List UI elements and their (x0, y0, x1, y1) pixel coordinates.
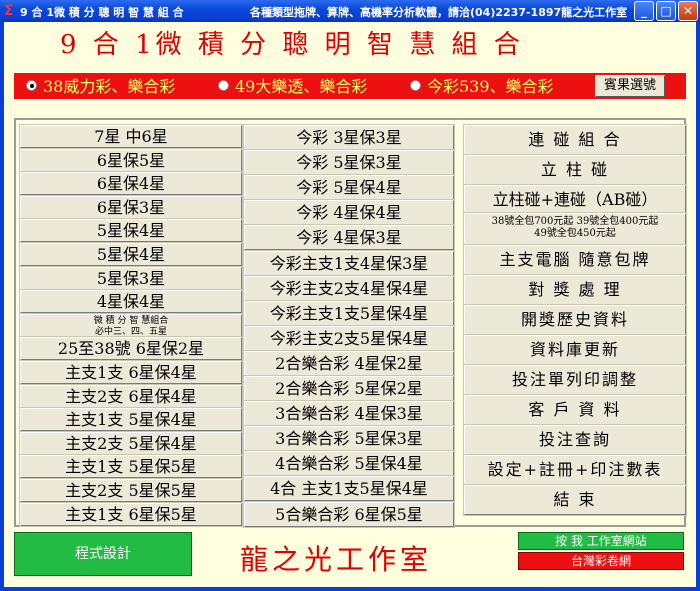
center-option-button-8[interactable]: 今彩主支1支5星保4星 (243, 300, 455, 327)
left-option-button-15[interactable]: 主支1支 5星保5星 (19, 454, 243, 479)
left-option-button-17[interactable]: 主支1支 6星保5星 (19, 502, 243, 527)
center-option-button-2[interactable]: 今彩 5星保3星 (243, 149, 455, 176)
function-button-8[interactable]: 資料庫更新 (463, 334, 687, 366)
center-option-button-15[interactable]: 4合 主支1支5星保4星 (243, 475, 455, 502)
function-button-6[interactable]: 對 獎 處 理 (463, 274, 687, 306)
lottery-type-bar: 38威力彩、樂合彩 49大樂透、樂合彩 今彩539、樂合彩 (14, 73, 686, 99)
left-option-button-14[interactable]: 主支2支 5星保4星 (19, 431, 243, 456)
function-button-10[interactable]: 客 戶 資 料 (463, 394, 687, 426)
radio-dot-icon (410, 80, 421, 91)
left-option-button-7[interactable]: 5星保3星 (19, 266, 243, 291)
function-button-7[interactable]: 開獎歷史資料 (463, 304, 687, 336)
left-option-button-4[interactable]: 6星保3星 (19, 195, 243, 220)
left-option-button-11[interactable]: 主支1支 6星保4星 (19, 360, 243, 385)
center-option-button-16[interactable]: 5合樂合彩 6星保5星 (243, 501, 455, 528)
title-bar[interactable]: Σ 9 合 1微 積 分 聰 明 智 慧 組 合 各種類型拖牌、算牌、高機率分析… (0, 0, 700, 22)
studio-website-button[interactable]: 按 我 工作室網站 (518, 532, 684, 550)
left-option-button-12[interactable]: 主支2支 6星保4星 (19, 384, 243, 409)
left-option-button-10[interactable]: 25至38號 6星保2星 (19, 336, 243, 361)
radio-38-power[interactable]: 38威力彩、樂合彩 (26, 78, 175, 96)
center-option-button-10[interactable]: 2合樂合彩 4星保2星 (243, 350, 455, 377)
left-option-button-16[interactable]: 主支2支 5星保5星 (19, 478, 243, 503)
taiwan-lottery-site-button[interactable]: 台灣彩卷網 (518, 552, 684, 570)
center-option-button-9[interactable]: 今彩主支2支5星保4星 (243, 325, 455, 352)
app-icon: Σ (4, 3, 14, 19)
left-option-button-13[interactable]: 主支1支 5星保4星 (19, 407, 243, 432)
center-option-button-14[interactable]: 4合樂合彩 5星保4星 (243, 450, 455, 477)
radio-49-lotto[interactable]: 49大樂透、樂合彩 (218, 78, 367, 96)
center-option-button-11[interactable]: 2合樂合彩 5星保2星 (243, 375, 455, 402)
radio-label: 38威力彩、樂合彩 (43, 77, 176, 96)
function-button-1[interactable]: 連 碰 組 合 (463, 124, 687, 156)
radio-539[interactable]: 今彩539、樂合彩 (410, 78, 554, 96)
radio-dot-icon (218, 80, 229, 91)
left-option-button-6[interactable]: 5星保4星 (19, 242, 243, 267)
left-option-button-9[interactable]: 微 積 分 智 慧組合 必中三、四、五星 (19, 313, 243, 338)
left-option-button-3[interactable]: 6星保4星 (19, 171, 243, 196)
left-option-button-2[interactable]: 6星保5星 (19, 148, 243, 173)
maximize-button[interactable]: □ (656, 1, 676, 21)
left-option-button-1[interactable]: 7星 中6星 (19, 124, 243, 149)
function-button-9[interactable]: 投注單列印調整 (463, 364, 687, 396)
function-button-13[interactable]: 結 束 (463, 484, 687, 516)
window-title: 9 合 1微 積 分 聰 明 智 慧 組 合 (20, 6, 184, 19)
minimize-button[interactable]: _ (634, 1, 654, 21)
bingo-pick-button[interactable]: 賓果選號 (595, 75, 665, 97)
center-option-button-5[interactable]: 今彩 4星保3星 (243, 224, 455, 251)
center-option-button-4[interactable]: 今彩 4星保4星 (243, 199, 455, 226)
center-option-button-13[interactable]: 3合樂合彩 5星保3星 (243, 425, 455, 452)
function-button-5[interactable]: 主支電腦 隨意包牌 (463, 244, 687, 276)
radio-label: 49大樂透、樂合彩 (235, 77, 368, 96)
function-button-4[interactable]: 38號全包700元起 39號全包400元起 49號全包450元起 (463, 212, 687, 246)
center-option-button-1[interactable]: 今彩 3星保3星 (243, 124, 455, 151)
function-button-12[interactable]: 設定+註冊+印注數表 (463, 454, 687, 486)
function-button-11[interactable]: 投注查詢 (463, 424, 687, 456)
function-button-2[interactable]: 立 柱 碰 (463, 154, 687, 186)
center-option-button-7[interactable]: 今彩主支2支4星保4星 (243, 275, 455, 302)
main-title: 9 合 1微 積 分 聰 明 智 慧 組 合 (60, 30, 524, 60)
program-design-button[interactable]: 程式設計 (14, 532, 192, 576)
left-option-button-5[interactable]: 5星保4星 (19, 218, 243, 243)
radio-label: 今彩539、樂合彩 (427, 77, 554, 96)
window-info-text: 各種類型拖牌、算牌、高機率分析軟體，請洽(04)2237-1897龍之光工作室 (250, 6, 628, 19)
function-button-3[interactable]: 立柱碰+連碰（AB碰） (463, 184, 687, 214)
left-option-button-8[interactable]: 4星保4星 (19, 289, 243, 314)
studio-name: 龍之光工作室 (240, 543, 433, 576)
center-option-button-12[interactable]: 3合樂合彩 4星保3星 (243, 400, 455, 427)
radio-dot-icon (26, 80, 37, 91)
close-button[interactable]: ✕ (678, 1, 698, 21)
center-option-button-6[interactable]: 今彩主支1支4星保3星 (243, 250, 455, 277)
center-option-button-3[interactable]: 今彩 5星保4星 (243, 174, 455, 201)
